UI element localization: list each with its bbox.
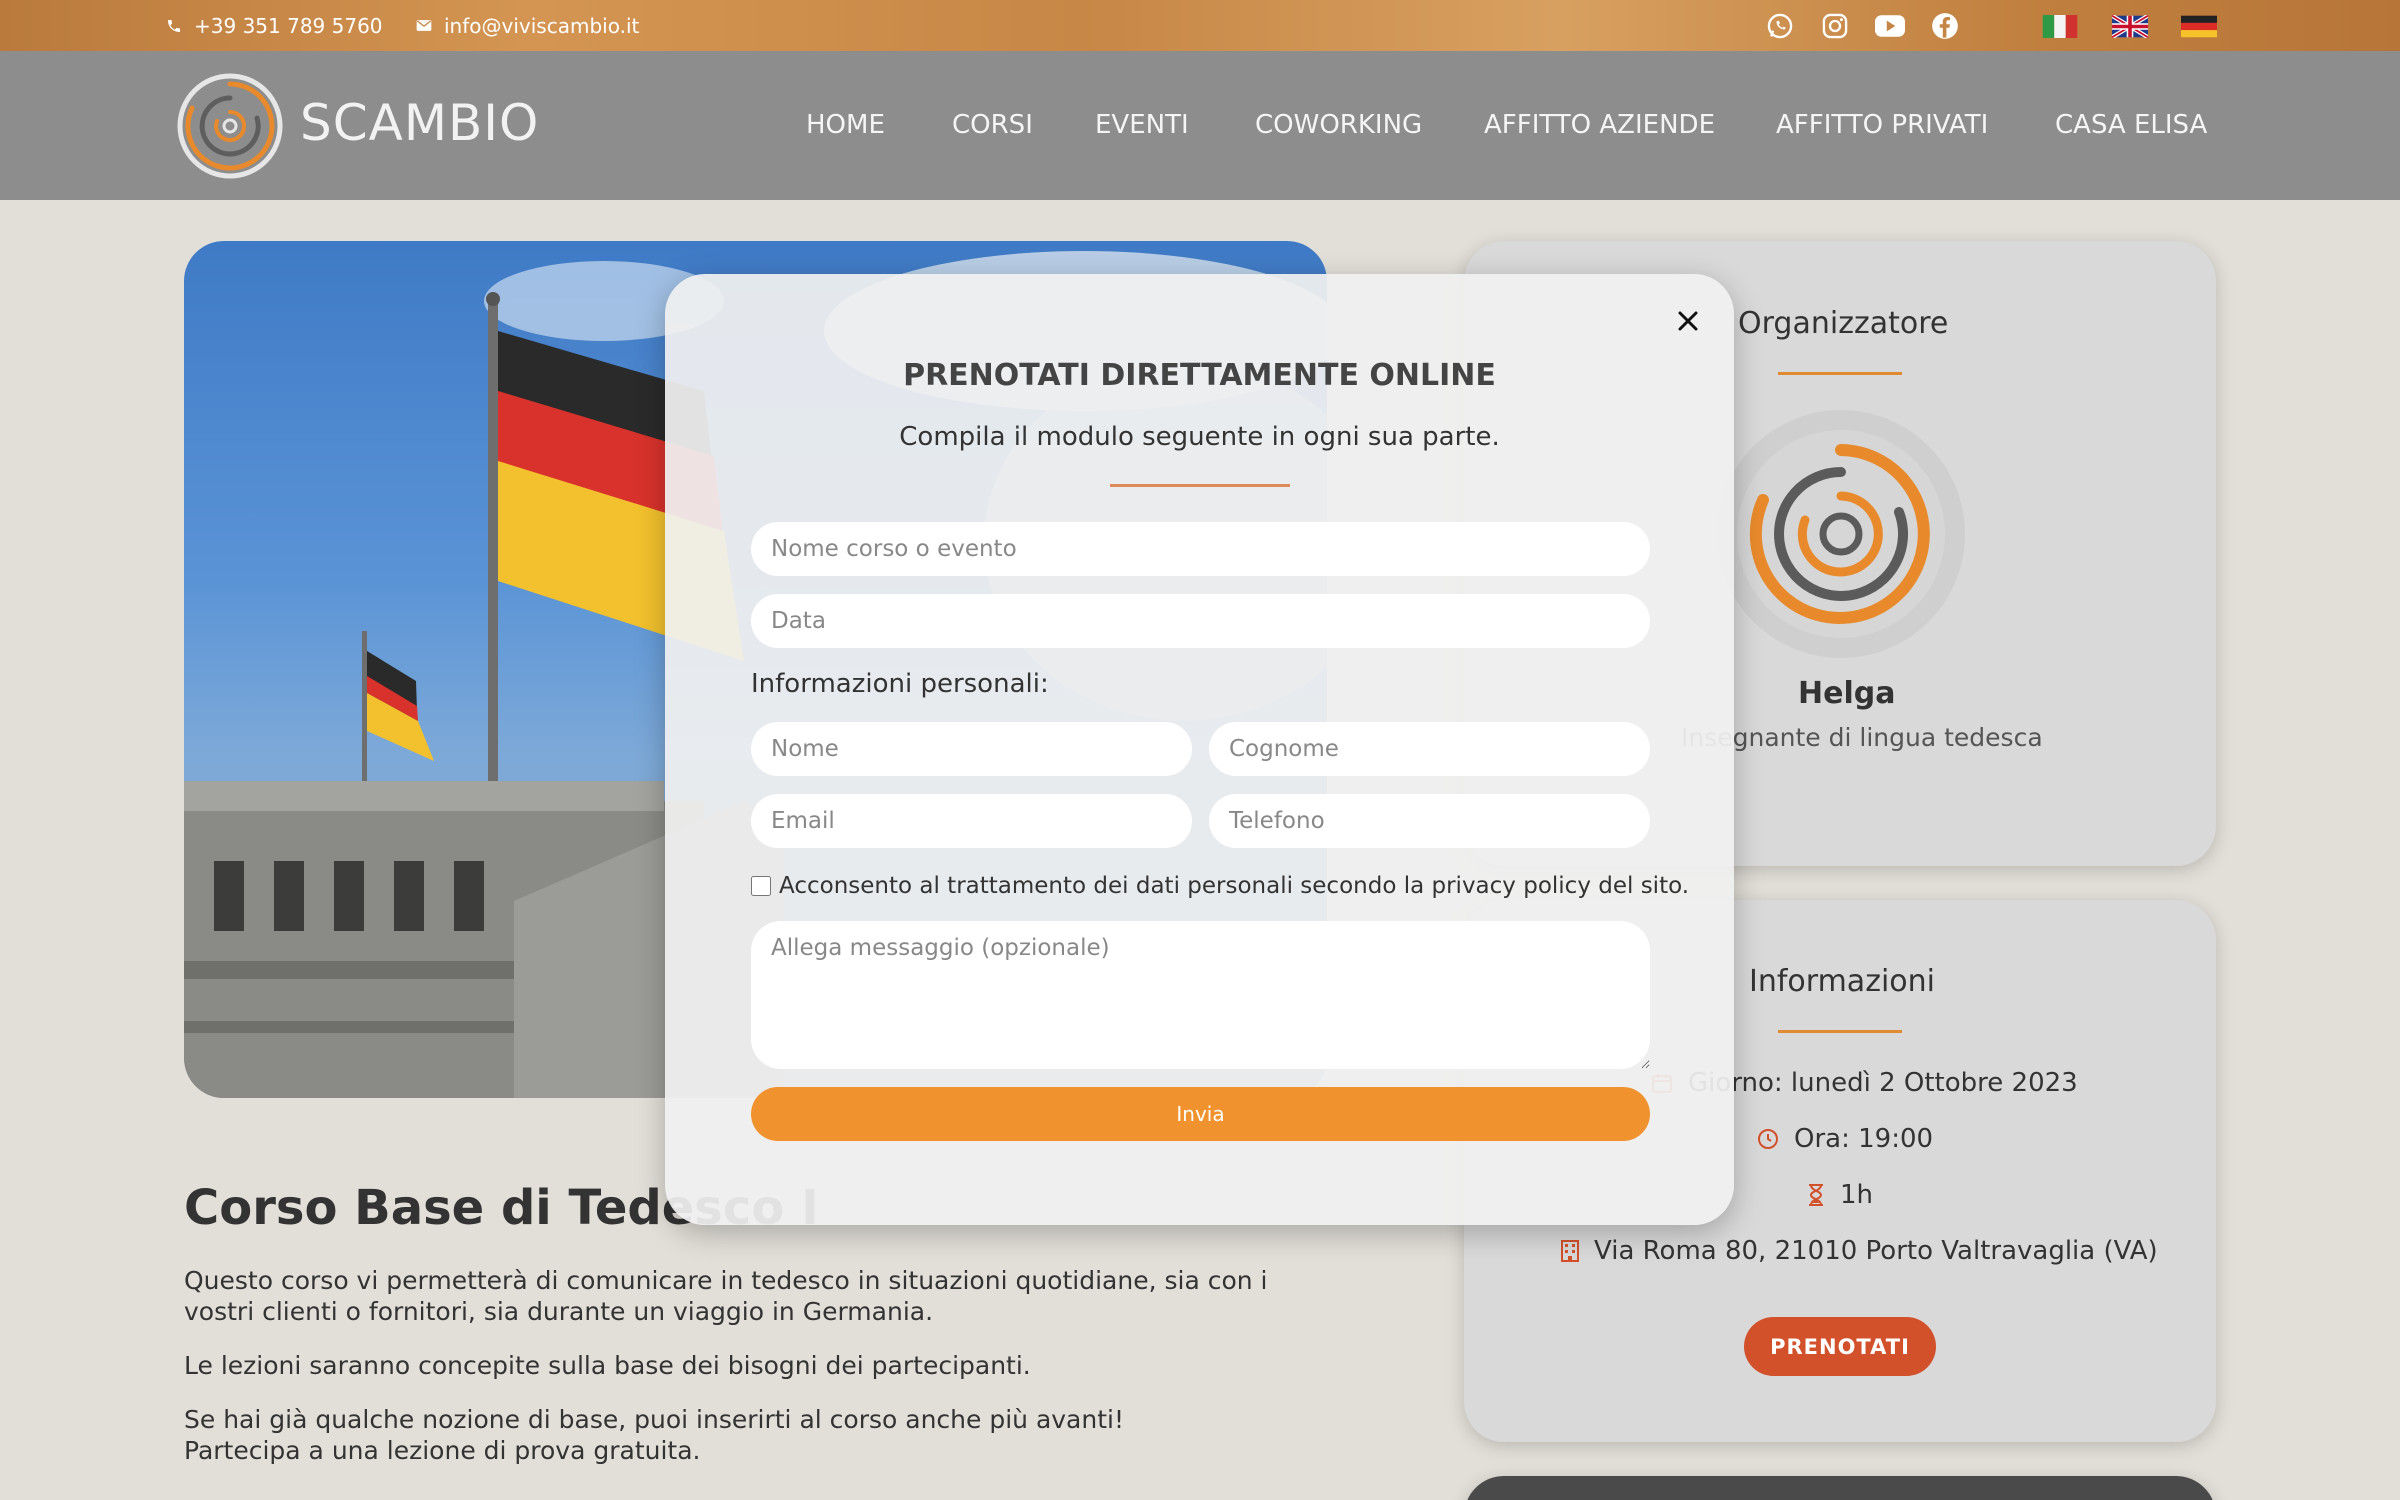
close-icon[interactable]: [1673, 306, 1703, 336]
envelope-icon: [416, 20, 432, 31]
next-card: [1464, 1476, 2216, 1500]
info-date-text: Giorno: lunedì 2 Ottobre 2023: [1688, 1068, 2078, 1098]
top-bar: +39 351 789 5760 info@viviscambio.it: [0, 0, 2400, 51]
course-paragraph-4: Partecipa a una lezione di prova gratuit…: [184, 1436, 701, 1465]
building-icon: [1561, 1240, 1579, 1262]
german-flag-icon[interactable]: [2181, 15, 2217, 38]
info-duration-text: 1h: [1840, 1180, 1874, 1210]
brand-name[interactable]: SCAMBIO: [300, 94, 539, 152]
course-paragraph-3: Se hai già qualche nozione di base, puoi…: [184, 1405, 1124, 1434]
first-name-input[interactable]: [751, 722, 1192, 776]
organizer-role: Insegnante di lingua tedesca: [1681, 723, 2043, 752]
phone-contact[interactable]: +39 351 789 5760: [166, 0, 383, 51]
phone-input[interactable]: [1209, 794, 1650, 848]
message-textarea[interactable]: [751, 921, 1650, 1069]
info-address: Via Roma 80, 21010 Porto Valtravaglia (V…: [1560, 1236, 2158, 1266]
italian-flag-icon[interactable]: [2042, 15, 2078, 38]
organizer-avatar: [1717, 410, 1965, 658]
nav-corsi[interactable]: CORSI: [952, 110, 1033, 140]
nav-affitto-aziende[interactable]: AFFITTO AZIENDE: [1484, 110, 1715, 140]
email-input[interactable]: [751, 794, 1192, 848]
organizer-title-rule: [1778, 372, 1902, 375]
date-input[interactable]: [751, 594, 1650, 648]
clock-icon: [1758, 1129, 1778, 1149]
info-title: Informazioni: [1749, 964, 1935, 999]
email-address: info@viviscambio.it: [444, 13, 640, 38]
whatsapp-icon[interactable]: [1764, 10, 1796, 42]
last-name-input[interactable]: [1209, 722, 1650, 776]
nav-eventi[interactable]: EVENTI: [1095, 110, 1189, 140]
consent-text: Acconsento al trattamento dei dati perso…: [779, 873, 1690, 899]
hourglass-icon: [1809, 1184, 1823, 1206]
info-time-text: Ora: 19:00: [1794, 1124, 1934, 1154]
course-paragraph-2: Le lezioni saranno concepite sulla base …: [184, 1351, 1031, 1380]
book-button[interactable]: PRENOTATI: [1744, 1317, 1936, 1376]
facebook-icon[interactable]: [1929, 10, 1961, 42]
info-time: Ora: 19:00: [1756, 1124, 1933, 1154]
info-duration: 1h: [1806, 1180, 1873, 1210]
info-address-text: Via Roma 80, 21010 Porto Valtravaglia (V…: [1594, 1236, 2158, 1266]
personal-info-label: Informazioni personali:: [751, 669, 1049, 699]
modal-subtitle: Compila il modulo seguente in ogni sua p…: [899, 422, 1500, 452]
youtube-icon[interactable]: [1874, 10, 1906, 42]
consent-row[interactable]: Acconsento al trattamento dei dati perso…: [751, 873, 1689, 899]
nav-affitto-privati[interactable]: AFFITTO PRIVATI: [1776, 110, 1988, 140]
course-paragraph-1: Questo corso vi permetterà di comunicare…: [184, 1266, 1268, 1326]
consent-checkbox[interactable]: [751, 876, 771, 896]
organizer-title: Organizzatore: [1738, 306, 1949, 341]
english-flag-icon[interactable]: [2112, 15, 2148, 38]
organizer-name: Helga: [1798, 676, 1896, 711]
instagram-icon[interactable]: [1819, 10, 1851, 42]
email-contact[interactable]: info@viviscambio.it: [416, 0, 639, 51]
scambio-logo-icon[interactable]: [176, 72, 284, 180]
nav-casa-elisa[interactable]: CASA ELISA: [2055, 110, 2207, 140]
modal-title: PRENOTATI DIRETTAMENTE ONLINE: [903, 358, 1496, 393]
course-name-input[interactable]: [751, 522, 1650, 576]
nav-home[interactable]: HOME: [806, 110, 885, 140]
nav-coworking[interactable]: COWORKING: [1255, 110, 1422, 140]
modal-title-rule: [1110, 484, 1290, 487]
send-button[interactable]: Invia: [751, 1087, 1650, 1141]
phone-icon: [168, 19, 180, 32]
info-title-rule: [1778, 1030, 1902, 1033]
phone-number: +39 351 789 5760: [194, 13, 383, 38]
